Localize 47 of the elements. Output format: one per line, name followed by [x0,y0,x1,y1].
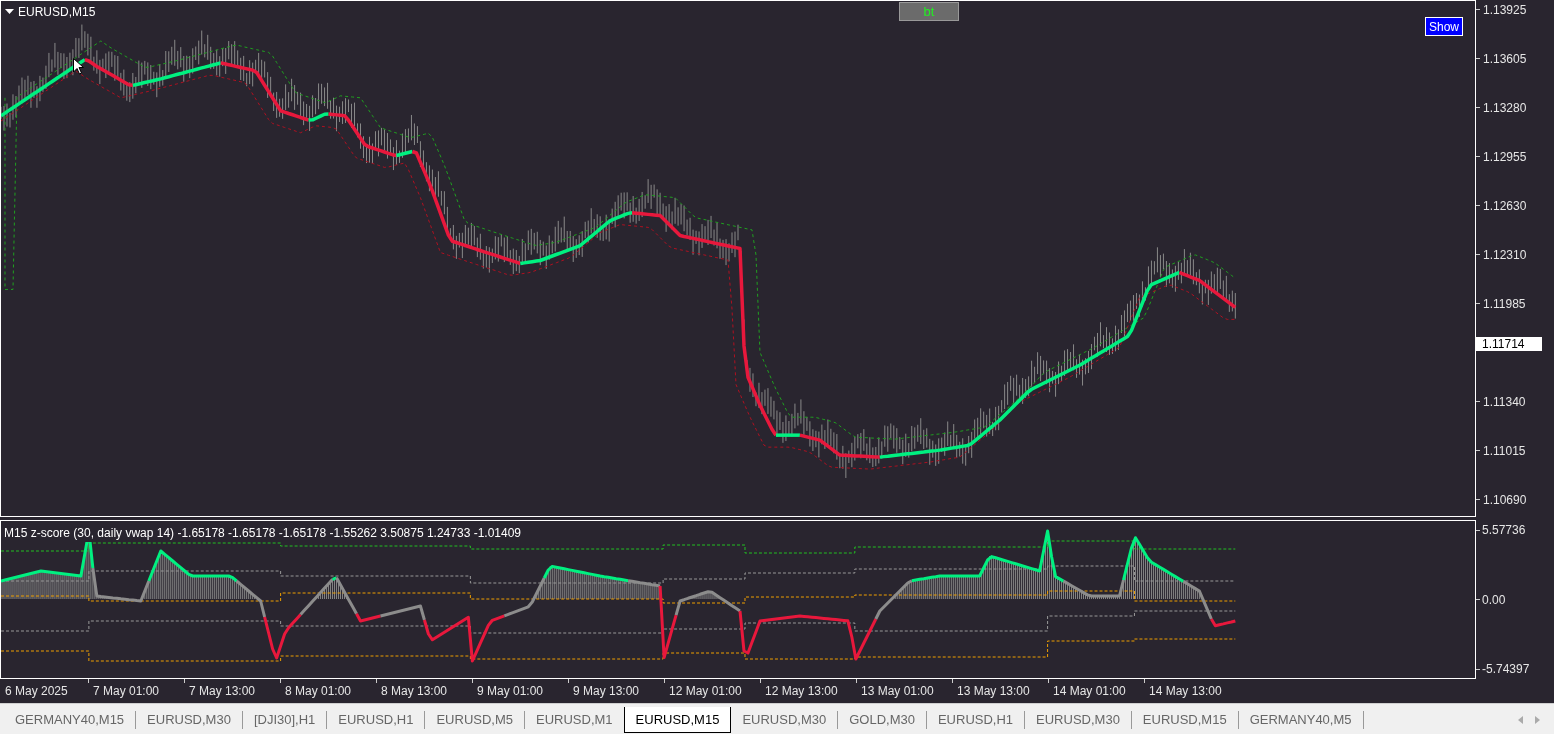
time-axis-label: 9 May 01:00 [477,683,544,700]
price-axis-label: 1.12630 [1483,198,1527,215]
scroll-left-icon[interactable] [1518,716,1523,724]
chart-tab[interactable]: EURUSD,M5 [425,707,524,733]
price-axis-label: 1.13280 [1483,100,1527,117]
time-axis-label: 12 May 01:00 [669,683,742,700]
time-axis-label: 13 May 01:00 [861,683,934,700]
price-axis-label: 1.13925 [1483,2,1527,19]
time-axis-label: 9 May 13:00 [573,683,640,700]
price-axis-label: 1.12310 [1483,247,1527,264]
price-axis-label: 1.11340 [1483,394,1526,411]
bt-button[interactable]: bt [899,2,959,21]
chart-tab[interactable]: GERMANY40,M15 [4,707,136,733]
price-axis-label: 1.11985 [1483,296,1526,313]
chart-tab[interactable]: EURUSD,M30 [136,707,242,733]
time-axis-label: 8 May 01:00 [285,683,352,700]
time-axis-label: 7 May 13:00 [189,683,256,700]
price-axis-label: 1.12955 [1483,149,1527,166]
chart-symbol: EURUSD,M15 [18,4,96,21]
indicator-axis-label: -5.74397 [1482,661,1530,678]
chart-tab[interactable]: EURUSD,M1 [525,707,624,733]
chart-tab[interactable]: GOLD,M30 [838,707,926,733]
chart-tab[interactable]: EURUSD,H1 [327,707,425,733]
current-price-label: 1.11714 [1476,337,1542,351]
price-axis-label: 1.10690 [1483,492,1527,509]
dropdown-triangle-icon[interactable] [5,9,14,15]
indicator-axis-label: 5.57736 [1482,522,1526,539]
chart-tab[interactable]: [DJI30],H1 [242,707,327,733]
chart-tab[interactable]: EURUSD,M30 [731,707,838,733]
time-axis-label: 8 May 13:00 [381,683,448,700]
show-button[interactable]: Show [1425,17,1464,36]
chart-tab[interactable]: GERMANY40,M5 [1238,707,1363,733]
chart-tab[interactable]: EURUSD,M30 [1025,707,1131,733]
chart-tab[interactable]: EURUSD,M15 [1131,707,1238,733]
time-axis-label: 13 May 13:00 [957,683,1030,700]
time-axis-label: 7 May 01:00 [93,683,160,700]
chart-tab[interactable]: EURUSD,H1 [926,707,1025,733]
time-axis-label: 14 May 13:00 [1149,683,1222,700]
chart-tab[interactable]: EURUSD,M15 [623,707,732,733]
time-axis-label: 6 May 2025 [5,683,68,700]
cursor-icon [73,58,84,75]
time-axis-label: 14 May 01:00 [1053,683,1126,700]
price-axis-label: 1.11015 [1483,443,1526,460]
scroll-right-icon[interactable] [1535,716,1540,724]
price-axis-label: 1.13605 [1483,51,1527,68]
indicator-axis-label: 0.00 [1482,591,1506,609]
time-axis-label: 12 May 13:00 [765,683,838,700]
